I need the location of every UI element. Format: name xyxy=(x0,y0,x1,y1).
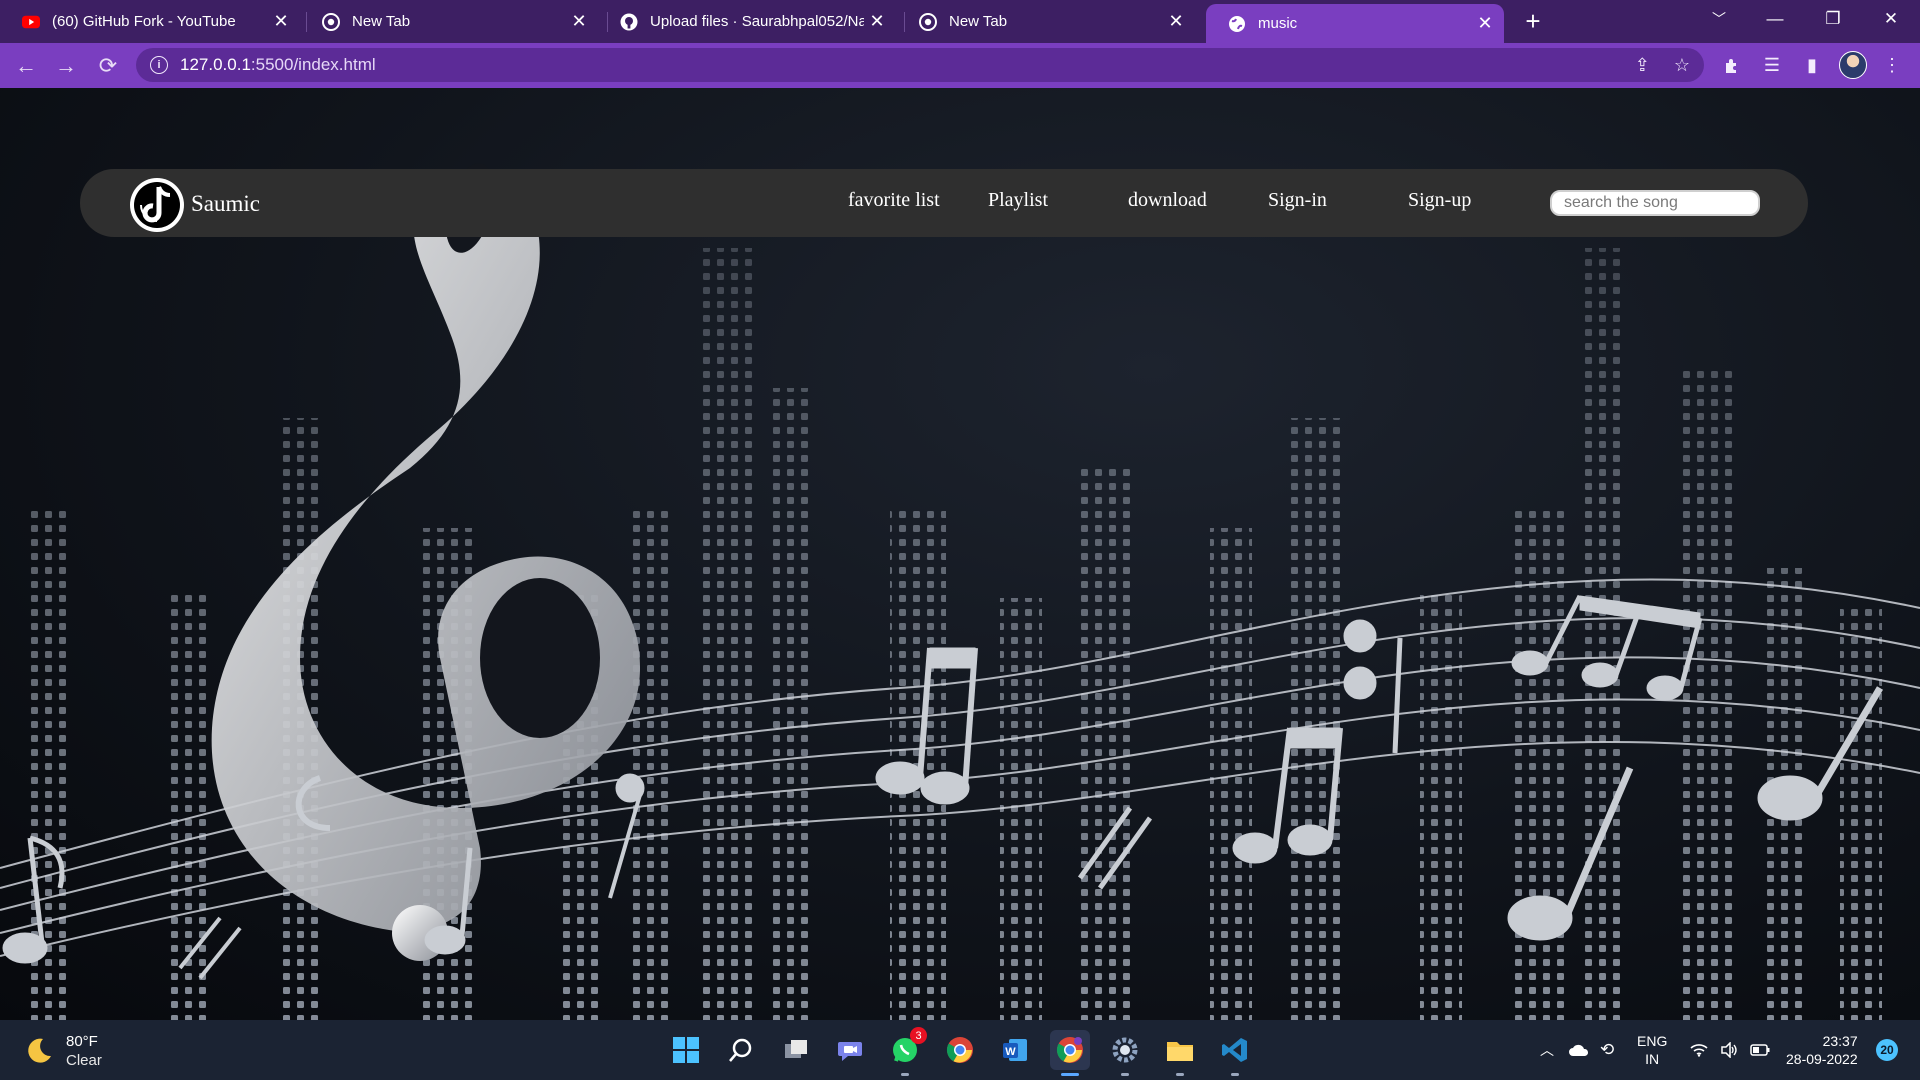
saumic-logo-icon[interactable] xyxy=(128,173,186,233)
clock-time: 23:37 xyxy=(1822,1033,1858,1049)
nav-sign-up[interactable]: Sign-up xyxy=(1408,189,1471,212)
system-tray: ︿ ⟲ xyxy=(1540,1020,1614,1080)
close-tab-icon[interactable]: ✕ xyxy=(864,11,890,32)
close-tab-icon[interactable]: ✕ xyxy=(268,11,294,32)
running-indicator xyxy=(1176,1073,1184,1076)
tab-title: music xyxy=(1258,15,1298,32)
wifi-icon xyxy=(1690,1044,1708,1057)
side-panel-icon[interactable]: ▮ xyxy=(1792,43,1832,88)
tab-title: (60) GitHub Fork - YouTube xyxy=(52,13,236,30)
tab-music[interactable]: music ✕ xyxy=(1206,4,1504,43)
url-text: 127.0.0.1:5500/index.html xyxy=(180,55,376,74)
reload-icon[interactable]: ⟳ xyxy=(88,43,128,88)
search-song-input[interactable] xyxy=(1550,190,1760,216)
globe-icon xyxy=(1228,15,1246,33)
close-window-button[interactable]: ✕ xyxy=(1868,0,1914,38)
chrome-icon xyxy=(919,12,937,31)
weather-temp: 80°F xyxy=(66,1033,98,1050)
equalizer-dots xyxy=(30,248,1882,1020)
tab-title: Upload files · Saurabhpal052/Nav xyxy=(650,13,864,30)
weather-widget[interactable]: 80°F Clear xyxy=(24,1032,102,1070)
moon-icon xyxy=(28,1038,51,1063)
forward-arrow-icon[interactable]: → xyxy=(46,43,86,88)
extensions-puzzle-icon[interactable] xyxy=(1712,43,1752,88)
nav-download[interactable]: download xyxy=(1128,189,1207,212)
brand-name[interactable]: Saumic xyxy=(191,191,260,217)
restore-button[interactable]: ❐ xyxy=(1810,0,1856,38)
weather-condition: Clear xyxy=(66,1052,102,1069)
sync-icon[interactable]: ⟲ xyxy=(1600,1040,1614,1060)
media-queue-icon[interactable]: ☰ xyxy=(1752,43,1792,88)
windows-taskbar: 80°F Clear 3 W ︿ ⟲ ENG IN 23:37 28-09-20… xyxy=(0,1020,1920,1080)
address-bar[interactable]: i 127.0.0.1:5500/index.html ⇪ ☆ xyxy=(136,48,1704,82)
site-navbar: Saumic favorite list Playlist download S… xyxy=(80,169,1808,237)
profile-avatar[interactable] xyxy=(1839,51,1867,79)
browser-toolbar: ← → ⟳ i 127.0.0.1:5500/index.html ⇪ ☆ ☰ … xyxy=(0,43,1920,88)
volume-icon xyxy=(1721,1042,1737,1058)
search-icon[interactable] xyxy=(721,1030,761,1070)
tab-new-tab[interactable]: New Tab ✕ xyxy=(300,0,598,43)
notification-count-badge[interactable]: 20 xyxy=(1876,1039,1898,1061)
chrome-icon xyxy=(322,12,340,31)
youtube-icon xyxy=(22,13,40,31)
word-icon[interactable]: W xyxy=(995,1030,1035,1070)
close-tab-icon[interactable]: ✕ xyxy=(1163,11,1189,32)
tab-new-tab-2[interactable]: New Tab ✕ xyxy=(897,0,1195,43)
chrome-canary-icon[interactable] xyxy=(1050,1030,1090,1076)
input-language-indicator[interactable]: ENG IN xyxy=(1637,1032,1667,1068)
new-tab-button[interactable]: + xyxy=(1520,0,1546,43)
whatsapp-badge: 3 xyxy=(910,1027,927,1044)
tab-title: New Tab xyxy=(949,13,1008,30)
task-view-icon[interactable] xyxy=(776,1030,816,1070)
settings-icon[interactable] xyxy=(1105,1030,1145,1076)
show-hidden-icons-chevron-icon[interactable]: ︿ xyxy=(1540,1040,1560,1060)
share-icon[interactable]: ⇪ xyxy=(1635,55,1650,76)
teams-chat-icon[interactable] xyxy=(830,1030,870,1070)
site-info-icon[interactable]: i xyxy=(150,56,168,74)
close-tab-icon[interactable]: ✕ xyxy=(1472,13,1498,34)
system-clock[interactable]: 23:37 28-09-2022 xyxy=(1786,1032,1858,1068)
bookmark-star-icon[interactable]: ☆ xyxy=(1674,55,1690,76)
tab-search-chevron-icon[interactable]: ﹀ xyxy=(1696,0,1742,38)
running-indicator xyxy=(901,1073,909,1076)
active-indicator xyxy=(1061,1073,1079,1076)
tab-title: New Tab xyxy=(352,13,411,30)
nav-favorite-list[interactable]: favorite list xyxy=(848,189,940,212)
whatsapp-icon[interactable]: 3 xyxy=(885,1027,927,1076)
vscode-icon[interactable] xyxy=(1215,1030,1255,1076)
browser-tab-strip: (60) GitHub Fork - YouTube ✕ New Tab ✕ U… xyxy=(0,0,1920,43)
tab-youtube[interactable]: (60) GitHub Fork - YouTube ✕ xyxy=(0,0,300,43)
nav-sign-in[interactable]: Sign-in xyxy=(1268,189,1327,212)
close-tab-icon[interactable]: ✕ xyxy=(566,11,592,32)
svg-text:W: W xyxy=(1005,1046,1016,1058)
battery-icon xyxy=(1750,1044,1770,1056)
nav-playlist[interactable]: Playlist xyxy=(988,189,1048,212)
minimize-button[interactable]: — xyxy=(1752,0,1798,38)
network-sound-battery[interactable] xyxy=(1690,1020,1770,1080)
back-arrow-icon[interactable]: ← xyxy=(6,43,46,88)
clock-date: 28-09-2022 xyxy=(1786,1051,1858,1067)
github-icon xyxy=(620,13,638,31)
running-indicator xyxy=(1231,1073,1239,1076)
file-explorer-icon[interactable] xyxy=(1160,1030,1200,1076)
onedrive-cloud-icon[interactable] xyxy=(1568,1042,1590,1058)
running-indicator xyxy=(1121,1073,1129,1076)
windows-start-icon[interactable] xyxy=(666,1030,706,1070)
chrome-icon[interactable] xyxy=(940,1030,980,1070)
more-menu-icon[interactable]: ⋮ xyxy=(1872,43,1912,88)
page-viewport: Saumic favorite list Playlist download S… xyxy=(0,88,1920,1020)
tab-github-upload[interactable]: Upload files · Saurabhpal052/Nav ✕ xyxy=(598,0,896,43)
